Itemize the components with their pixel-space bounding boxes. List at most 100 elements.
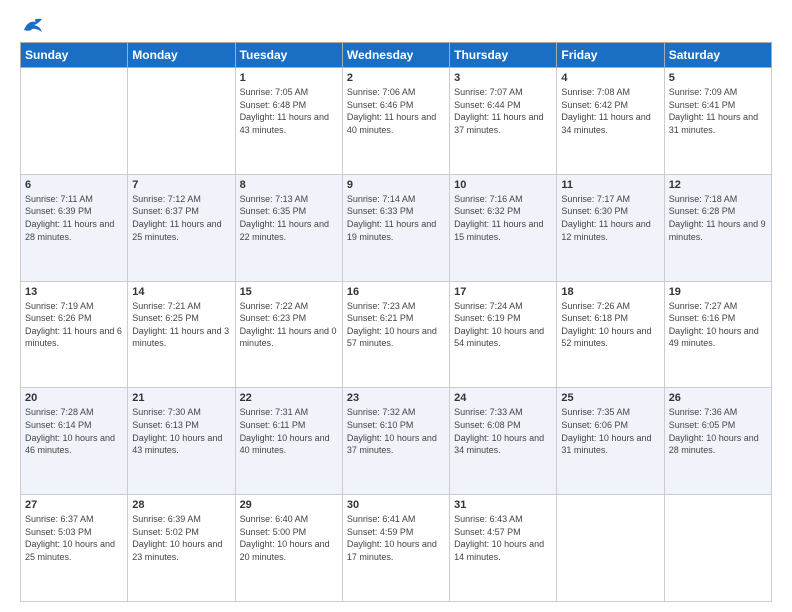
day-number: 15 (240, 286, 338, 298)
day-cell: 5 Sunrise: 7:09 AM Sunset: 6:41 PM Daylig… (664, 68, 771, 175)
day-number: 23 (347, 392, 445, 404)
weekday-sunday: Sunday (21, 43, 128, 68)
day-number: 27 (25, 499, 123, 511)
day-number: 18 (561, 286, 659, 298)
day-cell: 3 Sunrise: 7:07 AM Sunset: 6:44 PM Daylig… (450, 68, 557, 175)
day-number: 10 (454, 179, 552, 191)
day-info: Sunrise: 7:17 AM Sunset: 6:30 PM Dayligh… (561, 193, 659, 243)
week-row-1: 1 Sunrise: 7:05 AM Sunset: 6:48 PM Daylig… (21, 68, 772, 175)
day-info: Sunrise: 7:06 AM Sunset: 6:46 PM Dayligh… (347, 86, 445, 136)
weekday-header-row: SundayMondayTuesdayWednesdayThursdayFrid… (21, 43, 772, 68)
day-cell: 25Sunrise: 7:35 AM Sunset: 6:06 PM Dayli… (557, 388, 664, 495)
day-cell: 11 Sunrise: 7:17 AM Sunset: 6:30 PM Dayli… (557, 174, 664, 281)
day-number: 5 (669, 72, 767, 84)
day-info: Sunrise: 7:11 AM Sunset: 6:39 PM Dayligh… (25, 193, 123, 243)
day-number: 11 (561, 179, 659, 191)
day-cell: 26 Sunrise: 7:36 AM Sunset: 6:05 PM Dayli… (664, 388, 771, 495)
day-number: 13 (25, 286, 123, 298)
day-cell: 20 Sunrise: 7:28 AM Sunset: 6:14 PM Dayli… (21, 388, 128, 495)
day-number: 3 (454, 72, 552, 84)
logo (20, 16, 44, 34)
day-cell: 13 Sunrise: 7:19 AM Sunset: 6:26 PM Dayli… (21, 281, 128, 388)
day-cell: 19 Sunrise: 7:27 AM Sunset: 6:16 PM Dayli… (664, 281, 771, 388)
day-cell: 18 Sunrise: 7:26 AM Sunset: 6:18 PM Dayli… (557, 281, 664, 388)
day-number: 21 (132, 392, 230, 404)
day-cell: 8 Sunrise: 7:13 AM Sunset: 6:35 PM Daylig… (235, 174, 342, 281)
day-number: 22 (240, 392, 338, 404)
day-info: Sunrise: 7:21 AM Sunset: 6:25 PM Dayligh… (132, 300, 230, 350)
day-info: Sunrise: 7:31 AM Sunset: 6:11 PM Dayligh… (240, 406, 338, 456)
day-cell: 12 Sunrise: 7:18 AM Sunset: 6:28 PM Dayli… (664, 174, 771, 281)
day-cell: 24 Sunrise: 7:33 AM Sunset: 6:08 PM Dayli… (450, 388, 557, 495)
day-number: 9 (347, 179, 445, 191)
week-row-2: 6 Sunrise: 7:11 AM Sunset: 6:39 PM Daylig… (21, 174, 772, 281)
day-info: Sunrise: 7:07 AM Sunset: 6:44 PM Dayligh… (454, 86, 552, 136)
day-number: 17 (454, 286, 552, 298)
calendar-table: SundayMondayTuesdayWednesdayThursdayFrid… (20, 42, 772, 602)
day-info: Sunrise: 6:39 AM Sunset: 5:02 PM Dayligh… (132, 513, 230, 563)
weekday-monday: Monday (128, 43, 235, 68)
day-number: 26 (669, 392, 767, 404)
day-info: Sunrise: 7:28 AM Sunset: 6:14 PM Dayligh… (25, 406, 123, 456)
day-info: Sunrise: 7:35 AM Sunset: 6:06 PM Dayligh… (561, 406, 659, 456)
day-info: Sunrise: 7:09 AM Sunset: 6:41 PM Dayligh… (669, 86, 767, 136)
day-cell: 4 Sunrise: 7:08 AM Sunset: 6:42 PM Daylig… (557, 68, 664, 175)
day-info: Sunrise: 7:18 AM Sunset: 6:28 PM Dayligh… (669, 193, 767, 243)
day-number: 20 (25, 392, 123, 404)
day-number: 7 (132, 179, 230, 191)
day-info: Sunrise: 7:22 AM Sunset: 6:23 PM Dayligh… (240, 300, 338, 350)
day-cell (557, 495, 664, 602)
day-info: Sunrise: 6:43 AM Sunset: 4:57 PM Dayligh… (454, 513, 552, 563)
day-number: 14 (132, 286, 230, 298)
day-cell: 28 Sunrise: 6:39 AM Sunset: 5:02 PM Dayli… (128, 495, 235, 602)
day-number: 31 (454, 499, 552, 511)
day-number: 1 (240, 72, 338, 84)
day-info: Sunrise: 7:13 AM Sunset: 6:35 PM Dayligh… (240, 193, 338, 243)
day-cell: 10 Sunrise: 7:16 AM Sunset: 6:32 PM Dayli… (450, 174, 557, 281)
weekday-thursday: Thursday (450, 43, 557, 68)
day-cell: 31 Sunrise: 6:43 AM Sunset: 4:57 PM Dayli… (450, 495, 557, 602)
day-info: Sunrise: 7:24 AM Sunset: 6:19 PM Dayligh… (454, 300, 552, 350)
day-number: 24 (454, 392, 552, 404)
day-number: 8 (240, 179, 338, 191)
day-number: 12 (669, 179, 767, 191)
day-info: Sunrise: 6:41 AM Sunset: 4:59 PM Dayligh… (347, 513, 445, 563)
day-cell: 22 Sunrise: 7:31 AM Sunset: 6:11 PM Dayli… (235, 388, 342, 495)
day-cell (664, 495, 771, 602)
weekday-wednesday: Wednesday (342, 43, 449, 68)
day-cell: 14 Sunrise: 7:21 AM Sunset: 6:25 PM Dayli… (128, 281, 235, 388)
day-info: Sunrise: 7:27 AM Sunset: 6:16 PM Dayligh… (669, 300, 767, 350)
day-cell: 2 Sunrise: 7:06 AM Sunset: 6:46 PM Daylig… (342, 68, 449, 175)
day-number: 2 (347, 72, 445, 84)
day-cell: 23 Sunrise: 7:32 AM Sunset: 6:10 PM Dayli… (342, 388, 449, 495)
header (20, 16, 772, 34)
day-number: 30 (347, 499, 445, 511)
day-info: Sunrise: 7:30 AM Sunset: 6:13 PM Dayligh… (132, 406, 230, 456)
day-info: Sunrise: 7:12 AM Sunset: 6:37 PM Dayligh… (132, 193, 230, 243)
day-cell: 1 Sunrise: 7:05 AM Sunset: 6:48 PM Daylig… (235, 68, 342, 175)
week-row-4: 20 Sunrise: 7:28 AM Sunset: 6:14 PM Dayli… (21, 388, 772, 495)
page: SundayMondayTuesdayWednesdayThursdayFrid… (0, 0, 792, 612)
day-info: Sunrise: 7:32 AM Sunset: 6:10 PM Dayligh… (347, 406, 445, 456)
day-number: 6 (25, 179, 123, 191)
day-info: Sunrise: 7:23 AM Sunset: 6:21 PM Dayligh… (347, 300, 445, 350)
day-number: 29 (240, 499, 338, 511)
day-cell: 27 Sunrise: 6:37 AM Sunset: 5:03 PM Dayli… (21, 495, 128, 602)
day-cell: 29Sunrise: 6:40 AM Sunset: 5:00 PM Dayli… (235, 495, 342, 602)
logo-bird-icon (22, 16, 44, 34)
week-row-3: 13 Sunrise: 7:19 AM Sunset: 6:26 PM Dayli… (21, 281, 772, 388)
day-cell: 15 Sunrise: 7:22 AM Sunset: 6:23 PM Dayli… (235, 281, 342, 388)
day-info: Sunrise: 7:33 AM Sunset: 6:08 PM Dayligh… (454, 406, 552, 456)
day-info: Sunrise: 7:16 AM Sunset: 6:32 PM Dayligh… (454, 193, 552, 243)
day-info: Sunrise: 7:36 AM Sunset: 6:05 PM Dayligh… (669, 406, 767, 456)
day-info: Sunrise: 7:14 AM Sunset: 6:33 PM Dayligh… (347, 193, 445, 243)
day-info: Sunrise: 7:05 AM Sunset: 6:48 PM Dayligh… (240, 86, 338, 136)
day-number: 19 (669, 286, 767, 298)
day-info: Sunrise: 7:19 AM Sunset: 6:26 PM Dayligh… (25, 300, 123, 350)
day-number: 28 (132, 499, 230, 511)
day-info: Sunrise: 7:26 AM Sunset: 6:18 PM Dayligh… (561, 300, 659, 350)
day-info: Sunrise: 6:37 AM Sunset: 5:03 PM Dayligh… (25, 513, 123, 563)
day-number: 4 (561, 72, 659, 84)
weekday-tuesday: Tuesday (235, 43, 342, 68)
day-info: Sunrise: 7:08 AM Sunset: 6:42 PM Dayligh… (561, 86, 659, 136)
